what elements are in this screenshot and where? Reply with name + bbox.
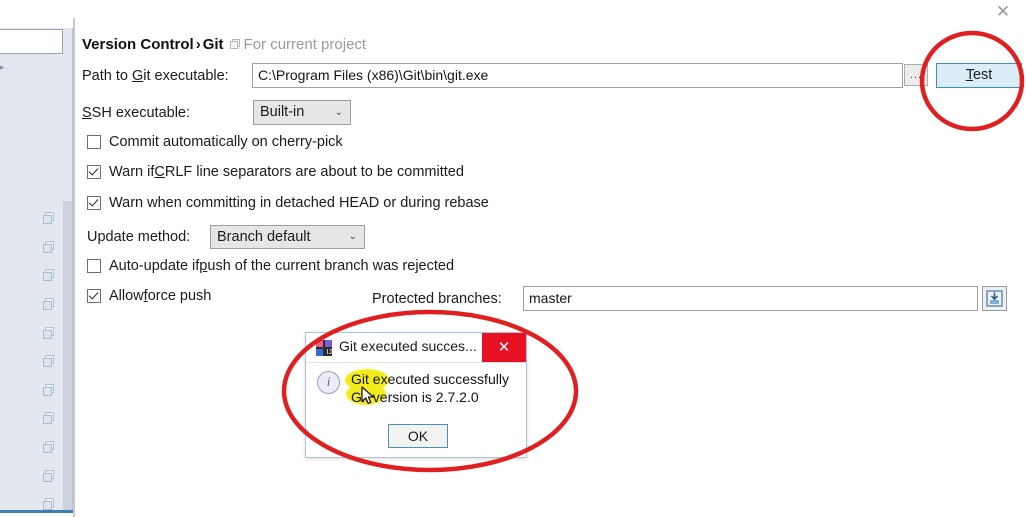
checkbox-label-post: orce push [147, 288, 212, 304]
checkbox-label-pre: Warn if [109, 164, 155, 180]
checkbox-auto-update-on-reject[interactable]: Auto-update if p ush of the current branc… [87, 258, 454, 274]
checkbox-warn-crlf[interactable]: Warn if C RLF line separators are about t… [87, 164, 464, 180]
checkbox-label-mnemonic: C [154, 164, 165, 180]
expand-list-button[interactable] [982, 286, 1007, 311]
copy-icon [43, 384, 56, 397]
path-label-post: it executable: [143, 68, 229, 84]
breadcrumb: Version Control › Git For current project [82, 36, 366, 53]
git-settings-panel: ✕ Version Control › Git For current project… [75, 0, 1026, 517]
breadcrumb-root[interactable]: Version Control [82, 36, 194, 53]
checkbox-box[interactable] [87, 289, 101, 303]
checkbox-box[interactable] [87, 196, 101, 210]
intellij-idea-icon: IJ [316, 340, 332, 356]
checkbox-label-pre: Allow [109, 288, 144, 304]
chevron-down-icon: ⌄ [348, 231, 357, 242]
sidebar-top-spacer [0, 18, 73, 28]
settings-tree-sidebar[interactable]: ▸ [0, 18, 73, 513]
breadcrumb-leaf: Git [202, 36, 224, 53]
checkbox-label-pre: Auto-update if [109, 258, 200, 274]
copy-icon [43, 298, 56, 311]
settings-window: ▸ ✕ Version Control › Git For current proje… [0, 0, 1026, 517]
protected-branches-input[interactable]: master [523, 286, 978, 311]
breadcrumb-scope-label: For current project [243, 36, 367, 53]
git-executable-path-input[interactable]: C:\Program Files (x86)\Git\bin\git.exe [252, 63, 903, 88]
copy-icon [43, 441, 56, 454]
dialog-title: Git executed succes... [339, 338, 477, 354]
checkbox-box[interactable] [87, 135, 101, 149]
protected-branches-label-text: Protected branches: [372, 291, 502, 307]
copy-icon [43, 470, 56, 483]
update-method-select[interactable]: Branch default ⌄ [210, 225, 365, 249]
svg-text:IJ: IJ [327, 349, 332, 356]
protected-branches-label: Protected branches: [372, 291, 502, 307]
checkbox-label: Commit automatically on cherry-pick [109, 134, 343, 150]
expand-list-icon [986, 290, 1003, 307]
checkbox-box[interactable] [87, 165, 101, 179]
breadcrumb-separator: › [195, 36, 201, 53]
dialog-title-bar[interactable]: IJ Git executed succes... ✕ [306, 333, 526, 363]
ssh-executable-label: SSH executable: [82, 105, 190, 121]
info-icon: i [317, 371, 340, 394]
mouse-pointer-icon [361, 386, 374, 405]
sidebar-bottom-accent [0, 510, 73, 513]
chevron-right-icon[interactable]: ▸ [0, 62, 10, 72]
sidebar-scrollbar[interactable] [63, 201, 72, 512]
checkbox-allow-force-push[interactable]: Allow f orce push [87, 288, 211, 304]
copy-icon [43, 412, 56, 425]
path-label-pre: Path to [82, 68, 132, 84]
checkbox-label-mnemonic: p [199, 258, 208, 274]
browse-button[interactable]: ... [904, 64, 928, 86]
path-to-git-label: Path to Git executable: [82, 68, 229, 84]
checkbox-label-post: RLF line separators are about to be comm… [164, 164, 464, 180]
copy-icon [43, 269, 56, 282]
git-executed-dialog: IJ Git executed succes... ✕ i Git execut… [305, 332, 527, 458]
dialog-close-button[interactable]: ✕ [482, 333, 526, 362]
breadcrumb-scope: For current project [229, 36, 367, 53]
ssh-executable-select[interactable]: Built-in ⌄ [253, 100, 351, 125]
checkbox-label: Warn when committing in detached HEAD or… [109, 195, 489, 211]
ssh-label-post: SH executable: [91, 105, 191, 121]
ssh-label-mnemonic: S [82, 105, 92, 121]
copy-icon [43, 241, 56, 254]
path-label-mnemonic: G [131, 68, 144, 84]
update-method-label-text: Update method: [87, 229, 191, 245]
copy-icon [43, 212, 56, 225]
dialog-ok-button[interactable]: OK [388, 424, 448, 448]
close-icon[interactable]: ✕ [993, 2, 1013, 22]
checkbox-commit-cherry-pick[interactable]: Commit automatically on cherry-pick [87, 134, 343, 150]
chevron-down-icon: ⌄ [334, 106, 343, 118]
copy-icon [43, 355, 56, 368]
settings-search-input[interactable] [0, 29, 63, 54]
update-method-value: Branch default [217, 229, 311, 245]
test-label-post: est [972, 67, 993, 83]
update-method-label: Update method: [87, 229, 190, 245]
checkbox-label-post: ush of the current branch was rejected [207, 258, 455, 274]
test-label-mnemonic: T [965, 67, 973, 83]
project-scope-icon [229, 39, 241, 50]
test-button[interactable]: Test [936, 63, 1022, 88]
copy-icon [43, 327, 56, 340]
checkbox-warn-detached-head[interactable]: Warn when committing in detached HEAD or… [87, 195, 489, 211]
ssh-executable-value: Built-in [260, 104, 305, 120]
checkbox-box[interactable] [87, 259, 101, 273]
